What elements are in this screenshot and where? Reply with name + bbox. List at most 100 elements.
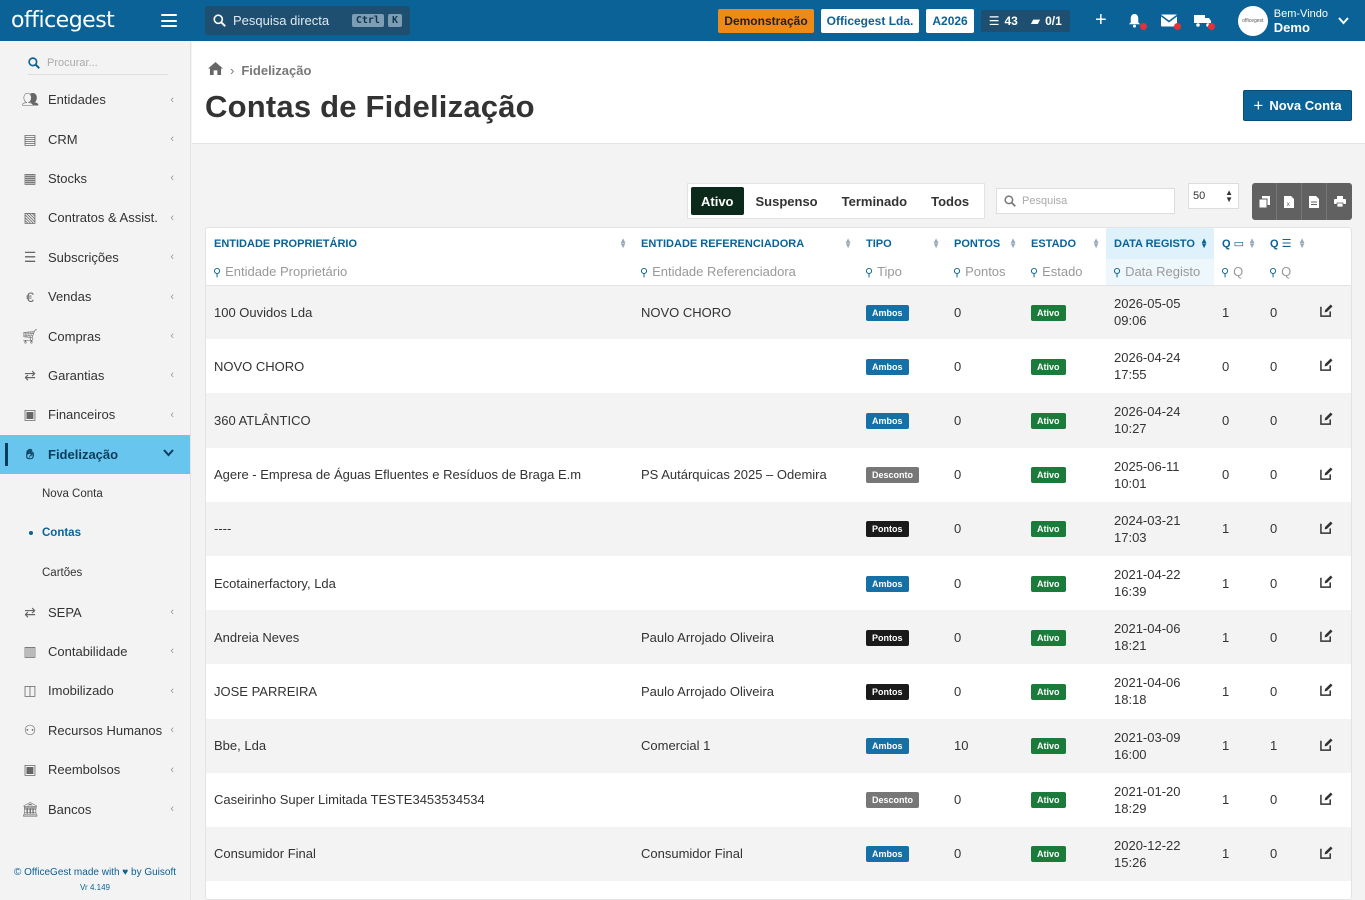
col-header-date[interactable]: DATA REGISTO ▲ ▼ [1106, 228, 1214, 259]
edit-icon[interactable] [1320, 738, 1333, 754]
sidebar-subitem-nova-conta[interactable]: Nova Conta [0, 474, 190, 514]
cell-owner[interactable]: JOSE PARREIRA [206, 664, 633, 719]
page-size-select[interactable]: 50 ▲ ▼ [1188, 183, 1239, 209]
filter-terminado[interactable]: Terminado [830, 187, 920, 215]
company-badge[interactable]: Officegest Lda. [820, 8, 920, 33]
sidebar-item-entidades[interactable]: 👥︎ Entidades ‹ [0, 80, 190, 119]
table-search-input[interactable]: Pesquisa [996, 188, 1175, 214]
cell-owner[interactable]: 360 ATLÂNTICO [206, 393, 633, 448]
year-badge[interactable]: A2026 [926, 8, 974, 33]
col-header-q-list[interactable]: Q ☰ ▲ ▼ [1262, 228, 1312, 259]
cell-owner[interactable]: NOVO CHORO [206, 339, 633, 394]
edit-icon[interactable] [1320, 629, 1333, 645]
tasks-icon: ☰ [988, 13, 1000, 28]
sidebar-item-crm[interactable]: ▤ CRM ‹ [0, 119, 190, 158]
home-icon[interactable] [208, 62, 223, 78]
tasks-counter[interactable]: ☰ 43 ▰ 0/1 [980, 9, 1070, 32]
chevron-down-icon[interactable] [1338, 14, 1349, 28]
table-row[interactable]: Andreia Neves Paulo Arrojado Oliveira Pont… [206, 610, 1351, 665]
cell-owner[interactable]: Caseirinho Super Limitada TESTE345353453… [206, 772, 633, 827]
edit-icon[interactable] [1320, 304, 1333, 320]
user-avatar[interactable]: officegest [1237, 5, 1268, 36]
col-header-points[interactable]: PONTOS ▲ ▼ [946, 228, 1023, 259]
edit-icon[interactable] [1320, 467, 1333, 483]
table-row[interactable]: NOVO CHORO Ambos 0 Ativo 2026-04-24 17:55 0 0 [206, 339, 1351, 394]
cell-owner[interactable]: 100 Ouvidos Lda [206, 285, 633, 340]
filter-status-input[interactable]: ⚲ Estado [1023, 259, 1106, 286]
sidebar-search[interactable]: Procurar... [28, 51, 168, 75]
footer-credit[interactable]: © OfficeGest made with ♥ by Guisoft [0, 867, 190, 878]
new-account-button[interactable]: + Nova Conta [1243, 90, 1352, 121]
edit-icon[interactable] [1320, 683, 1333, 699]
col-header-referrer[interactable]: ENTIDADE REFERENCIADORA ▲ ▼ [633, 228, 858, 259]
table-row[interactable]: Bbe, Lda Comercial 1 Ambos 10 Ativo 2021-03-0… [206, 718, 1351, 773]
app-logo[interactable]: officegest [11, 8, 115, 33]
truck-icon[interactable] [1193, 11, 1215, 31]
edit-icon[interactable] [1320, 358, 1333, 374]
sidebar-item-contratos[interactable]: ▧ Contratos & Assist. ‹ [0, 198, 190, 237]
sidebar-item-stocks[interactable]: ▦ Stocks ‹ [0, 159, 190, 198]
bell-icon[interactable] [1125, 11, 1147, 31]
cell-owner[interactable]: ---- [206, 501, 633, 556]
print-icon[interactable] [1327, 183, 1352, 220]
col-header-q-cards[interactable]: Q ▭ ▲ ▼ [1214, 228, 1262, 259]
col-header-type[interactable]: TIPO ▲ ▼ [858, 228, 946, 259]
table-row[interactable]: Caseirinho Super Limitada TESTE345353453… [206, 772, 1351, 827]
filter-date-input[interactable]: ⚲ Data Registo [1106, 259, 1214, 286]
global-search[interactable]: Pesquisa directa Ctrl K [205, 6, 410, 35]
filter-type-input[interactable]: ⚲ Tipo [858, 259, 946, 286]
excel-file-icon[interactable]: x [1277, 183, 1302, 220]
sidebar-item-reembolsos[interactable]: ▣ Reembolsos ‹ [0, 750, 190, 789]
edit-icon[interactable] [1320, 575, 1333, 591]
edit-icon[interactable] [1320, 412, 1333, 428]
table-row[interactable]: Agere - Empresa de Águas Efluentes e Res… [206, 447, 1351, 502]
table-row[interactable]: Ativo2020-11-09 [206, 881, 1351, 899]
sidebar-item-vendas[interactable]: € Vendas ‹ [0, 277, 190, 316]
filter-points-input[interactable]: ⚲ Pontos [946, 259, 1023, 286]
edit-icon[interactable] [1320, 521, 1333, 537]
filter-suspenso[interactable]: Suspenso [744, 187, 830, 215]
cell-owner[interactable] [206, 881, 633, 899]
table-row[interactable]: JOSE PARREIRA Paulo Arrojado Oliveira Pont… [206, 664, 1351, 719]
cell-owner[interactable]: Ecotainerfactory, Lda [206, 555, 633, 611]
cell-owner[interactable]: Bbe, Lda [206, 718, 633, 773]
sidebar-item-financeiros[interactable]: ▣ Financeiros ‹ [0, 395, 190, 434]
sidebar-item-imobilizado[interactable]: ◫ Imobilizado ‹ [0, 671, 190, 710]
table-row[interactable]: Ecotainerfactory, Lda Ambos 0 Ativo 2021-04-… [206, 555, 1351, 611]
mail-icon[interactable] [1159, 11, 1181, 31]
filter-q1-input[interactable]: ⚲ Q [1214, 259, 1262, 286]
copy-icon[interactable] [1252, 183, 1277, 220]
menu-toggle-icon[interactable] [161, 14, 177, 27]
filter-ativo[interactable]: Ativo [691, 187, 744, 215]
sidebar-subitem-cartoes[interactable]: Cartões [0, 553, 190, 593]
table-row[interactable]: ---- Pontos 0 Ativo 2024-03-21 17:03 1 0 [206, 501, 1351, 556]
pdf-file-icon[interactable] [1302, 183, 1327, 220]
edit-icon[interactable] [1320, 846, 1333, 862]
sidebar-item-recursos-humanos[interactable]: ⚇ Recursos Humanos ‹ [0, 711, 190, 750]
cell-owner[interactable]: Andreia Neves [206, 610, 633, 665]
filter-todos[interactable]: Todos [919, 187, 981, 215]
sidebar-item-subscricoes[interactable]: ☰ Subscrições ‹ [0, 238, 190, 277]
sidebar-item-fidelizacao[interactable]: ✋︎ Fidelização [0, 434, 190, 474]
filter-referrer-input[interactable]: ⚲ Entidade Referenciadora [633, 259, 858, 286]
filter-owner-input[interactable]: ⚲ Entidade Proprietário [206, 259, 633, 286]
table-row[interactable]: 100 Ouvidos Lda NOVO CHORO Ambos 0 Ativo 2026… [206, 285, 1351, 340]
cell-owner[interactable]: Agere - Empresa de Águas Efluentes e Res… [206, 447, 633, 502]
demo-badge[interactable]: Demonstração [718, 8, 814, 33]
sidebar-item-bancos[interactable]: 🏛︎ Bancos ‹ [0, 789, 190, 828]
sidebar-item-contabilidade[interactable]: ▥ Contabilidade ‹ [0, 632, 190, 671]
filter-q2-input[interactable]: ⚲ Q [1262, 259, 1312, 286]
sidebar-item-garantias[interactable]: ⇄ Garantias ‹ [0, 356, 190, 395]
user-menu[interactable]: Bem-Vindo Demo [1274, 8, 1328, 34]
breadcrumb-current[interactable]: Fidelização [241, 63, 311, 78]
add-icon[interactable]: + [1091, 9, 1111, 31]
cell-owner[interactable]: Consumidor Final [206, 826, 633, 882]
edit-icon[interactable] [1320, 792, 1333, 808]
table-row[interactable]: 360 ATLÂNTICO Ambos 0 Ativo 2026-04-24 10:27 0… [206, 393, 1351, 448]
sidebar-item-sepa[interactable]: ⇄ SEPA ‹ [0, 592, 190, 631]
sidebar-item-compras[interactable]: 🛒︎ Compras ‹ [0, 316, 190, 355]
sidebar-subitem-contas[interactable]: Contas [0, 513, 190, 553]
table-row[interactable]: Consumidor Final Consumidor Final Ambos 0 At… [206, 826, 1351, 882]
col-header-owner[interactable]: ENTIDADE PROPRIETÁRIO ▲ ▼ [206, 228, 633, 259]
col-header-status[interactable]: ESTADO ▲ ▼ [1023, 228, 1106, 259]
